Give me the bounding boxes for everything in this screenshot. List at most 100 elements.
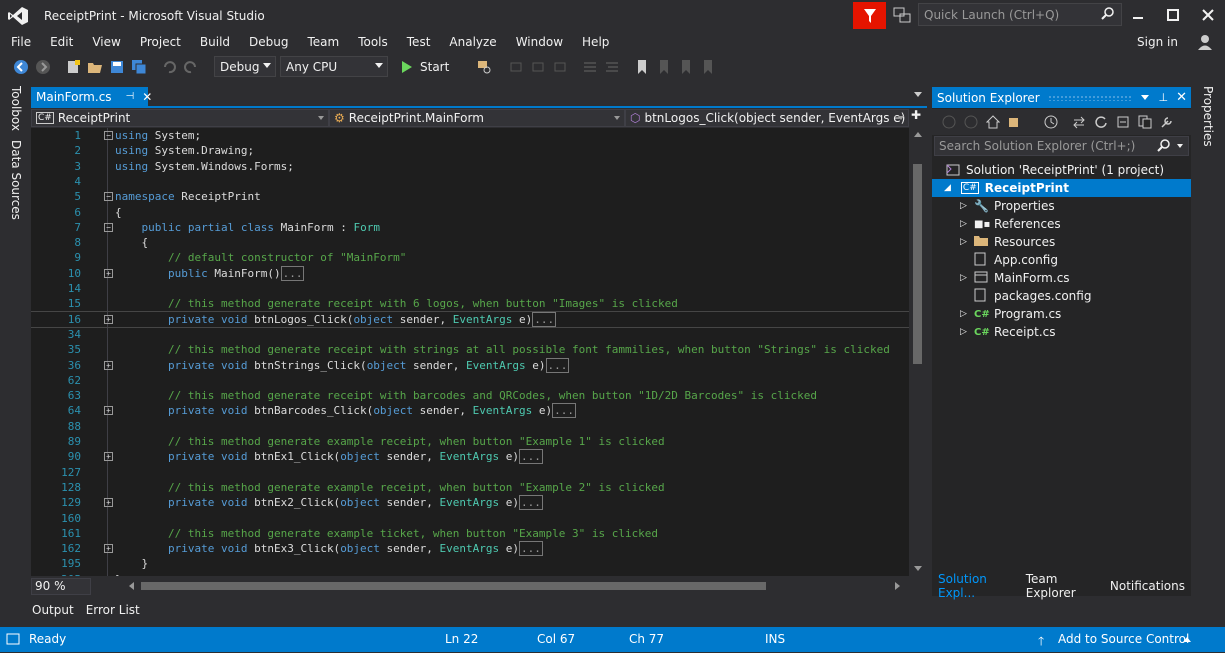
tree-item-resources[interactable]: ▷ Resources	[932, 233, 1191, 251]
code-line[interactable]: 62	[31, 373, 909, 388]
collapsed-arrow-icon[interactable]: ▷	[960, 273, 974, 283]
menu-file[interactable]: File	[0, 32, 39, 52]
code-line[interactable]: 15 // this method generate receipt with …	[31, 296, 909, 311]
toolbar-disabled-icon[interactable]	[529, 58, 547, 76]
data-sources-tab[interactable]: Data Sources	[9, 140, 23, 220]
tree-item-program[interactable]: ▷ C# Program.cs	[932, 305, 1191, 323]
home-icon[interactable]	[984, 113, 1002, 131]
close-button[interactable]	[1191, 0, 1225, 30]
vertical-scrollbar[interactable]	[909, 128, 927, 576]
document-tab-mainform[interactable]: MainForm.cs ⊣ ✕	[31, 87, 152, 106]
solution-configuration-select[interactable]: Debug	[214, 56, 276, 77]
expand-region-icon[interactable]: +	[104, 314, 113, 324]
code-line[interactable]: 63 // this method generate receipt with …	[31, 388, 909, 403]
find-in-files-icon[interactable]	[475, 58, 493, 76]
close-panel-icon[interactable]: ✕	[1176, 90, 1187, 105]
tab-notifications[interactable]: Notifications	[1104, 579, 1191, 593]
quick-launch-input[interactable]: Quick Launch (Ctrl+Q)	[918, 3, 1122, 26]
menu-help[interactable]: Help	[571, 32, 617, 52]
tree-item-app-config[interactable]: App.config	[932, 251, 1191, 269]
code-line[interactable]: 8 {	[31, 235, 909, 250]
code-line[interactable]: 14	[31, 281, 909, 296]
code-line[interactable]: 34	[31, 327, 909, 342]
collapse-region-icon[interactable]: −	[104, 192, 113, 202]
project-nav-select[interactable]: C# ReceiptPrint	[31, 109, 329, 127]
feedback-icon[interactable]	[892, 5, 912, 25]
code-line[interactable]: 16 + private void btnLogos_Click(object s…	[31, 310, 909, 328]
prev-bookmark-icon[interactable]	[655, 58, 673, 76]
code-line[interactable]: 3 using System.Windows.Forms;	[31, 159, 909, 174]
search-options-icon[interactable]	[1177, 144, 1183, 148]
collapsed-arrow-icon[interactable]: ▷	[960, 219, 974, 229]
code-line[interactable]: 162 + private void btnEx3_Click(object se…	[31, 541, 909, 557]
solution-search-input[interactable]: Search Solution Explorer (Ctrl+;)	[934, 136, 1189, 156]
code-line[interactable]: 127	[31, 465, 909, 480]
menu-analyze[interactable]: Analyze	[438, 32, 504, 52]
code-line[interactable]: 90 + private void btnEx1_Click(object sen…	[31, 449, 909, 465]
collapsed-arrow-icon[interactable]: ▷	[960, 201, 974, 211]
toolbar-disabled-icon[interactable]	[551, 58, 569, 76]
search-icon[interactable]	[1101, 7, 1115, 24]
tab-solution-explorer[interactable]: Solution Expl...	[932, 572, 1020, 600]
panel-dropdown-icon[interactable]	[1140, 95, 1149, 100]
zoom-select[interactable]: 90 %	[31, 578, 91, 595]
collapse-region-icon[interactable]: −	[104, 222, 113, 232]
collapsed-arrow-icon[interactable]: ▷	[960, 237, 974, 247]
project-node[interactable]: ◢ C# ReceiptPrint	[932, 179, 1191, 197]
sign-in-link[interactable]: Sign in	[1137, 35, 1178, 49]
tree-item-receipt[interactable]: ▷ C# Receipt.cs	[932, 323, 1191, 341]
code-line[interactable]: 36 + private void btnStrings_Click(object…	[31, 357, 909, 373]
maximize-button[interactable]	[1156, 0, 1190, 30]
expand-region-icon[interactable]: +	[104, 360, 113, 370]
tree-item-packages-config[interactable]: packages.config	[932, 287, 1191, 305]
add-to-source-control-button[interactable]: Add to Source Control	[1058, 632, 1189, 646]
undo-icon[interactable]	[160, 58, 178, 76]
scroll-up-icon[interactable]	[914, 132, 922, 137]
code-line[interactable]: 129 + private void btnEx2_Click(object se…	[31, 495, 909, 511]
code-line[interactable]: 4	[31, 174, 909, 189]
solution-platform-select[interactable]: Any CPU	[280, 56, 388, 77]
code-line[interactable]: 7 − public partial class MainForm : Form	[31, 220, 909, 235]
expanded-arrow-icon[interactable]: ◢	[944, 183, 951, 193]
collapse-all-icon[interactable]	[1114, 113, 1132, 131]
collapsed-arrow-icon[interactable]: ▷	[960, 309, 974, 319]
forward-navigate-icon[interactable]	[34, 58, 52, 76]
start-play-icon[interactable]	[398, 58, 416, 76]
vertical-scroll-thumb[interactable]	[913, 164, 922, 364]
menu-team[interactable]: Team	[296, 32, 347, 52]
horizontal-scroll-thumb[interactable]	[141, 582, 766, 590]
properties-wrench-icon[interactable]	[1158, 113, 1176, 131]
comment-lines-icon[interactable]	[581, 58, 599, 76]
code-line[interactable]: 1 − using System;	[31, 128, 909, 143]
show-all-files-icon[interactable]	[1136, 113, 1154, 131]
expand-region-icon[interactable]: +	[104, 498, 113, 508]
start-button[interactable]: Start	[420, 60, 449, 74]
redo-icon[interactable]	[182, 58, 200, 76]
split-window-icon[interactable]: ✚	[911, 108, 921, 128]
next-bookmark-icon[interactable]	[677, 58, 695, 76]
scroll-left-icon[interactable]	[129, 582, 134, 590]
tree-item-references[interactable]: ▷ ■▪ References	[932, 215, 1191, 233]
expand-region-icon[interactable]: +	[104, 452, 113, 462]
code-line[interactable]: 6{	[31, 205, 909, 220]
collapsed-arrow-icon[interactable]: ▷	[960, 327, 974, 337]
scroll-right-icon[interactable]	[895, 582, 900, 590]
expand-region-icon[interactable]: +	[104, 268, 113, 278]
uncomment-lines-icon[interactable]	[603, 58, 621, 76]
code-line[interactable]: 128 // this method generate example rece…	[31, 480, 909, 495]
code-line[interactable]: 2 using System.Drawing;	[31, 143, 909, 158]
menu-tools[interactable]: Tools	[347, 32, 396, 52]
code-line[interactable]: 88	[31, 419, 909, 434]
search-icon[interactable]	[1157, 139, 1170, 157]
account-icon[interactable]	[1196, 33, 1214, 54]
menu-test[interactable]: Test	[396, 32, 439, 52]
menu-edit[interactable]: Edit	[39, 32, 81, 52]
new-project-icon[interactable]	[64, 58, 82, 76]
expand-region-icon[interactable]: +	[104, 406, 113, 416]
menu-window[interactable]: Window	[505, 32, 571, 52]
tab-team-explorer[interactable]: Team Explorer	[1020, 572, 1104, 600]
save-all-icon[interactable]	[130, 58, 148, 76]
save-icon[interactable]	[108, 58, 126, 76]
member-nav-select[interactable]: ⬡ btnLogos_Click(object sender, EventArg…	[625, 109, 909, 127]
back-navigate-icon[interactable]	[12, 58, 30, 76]
